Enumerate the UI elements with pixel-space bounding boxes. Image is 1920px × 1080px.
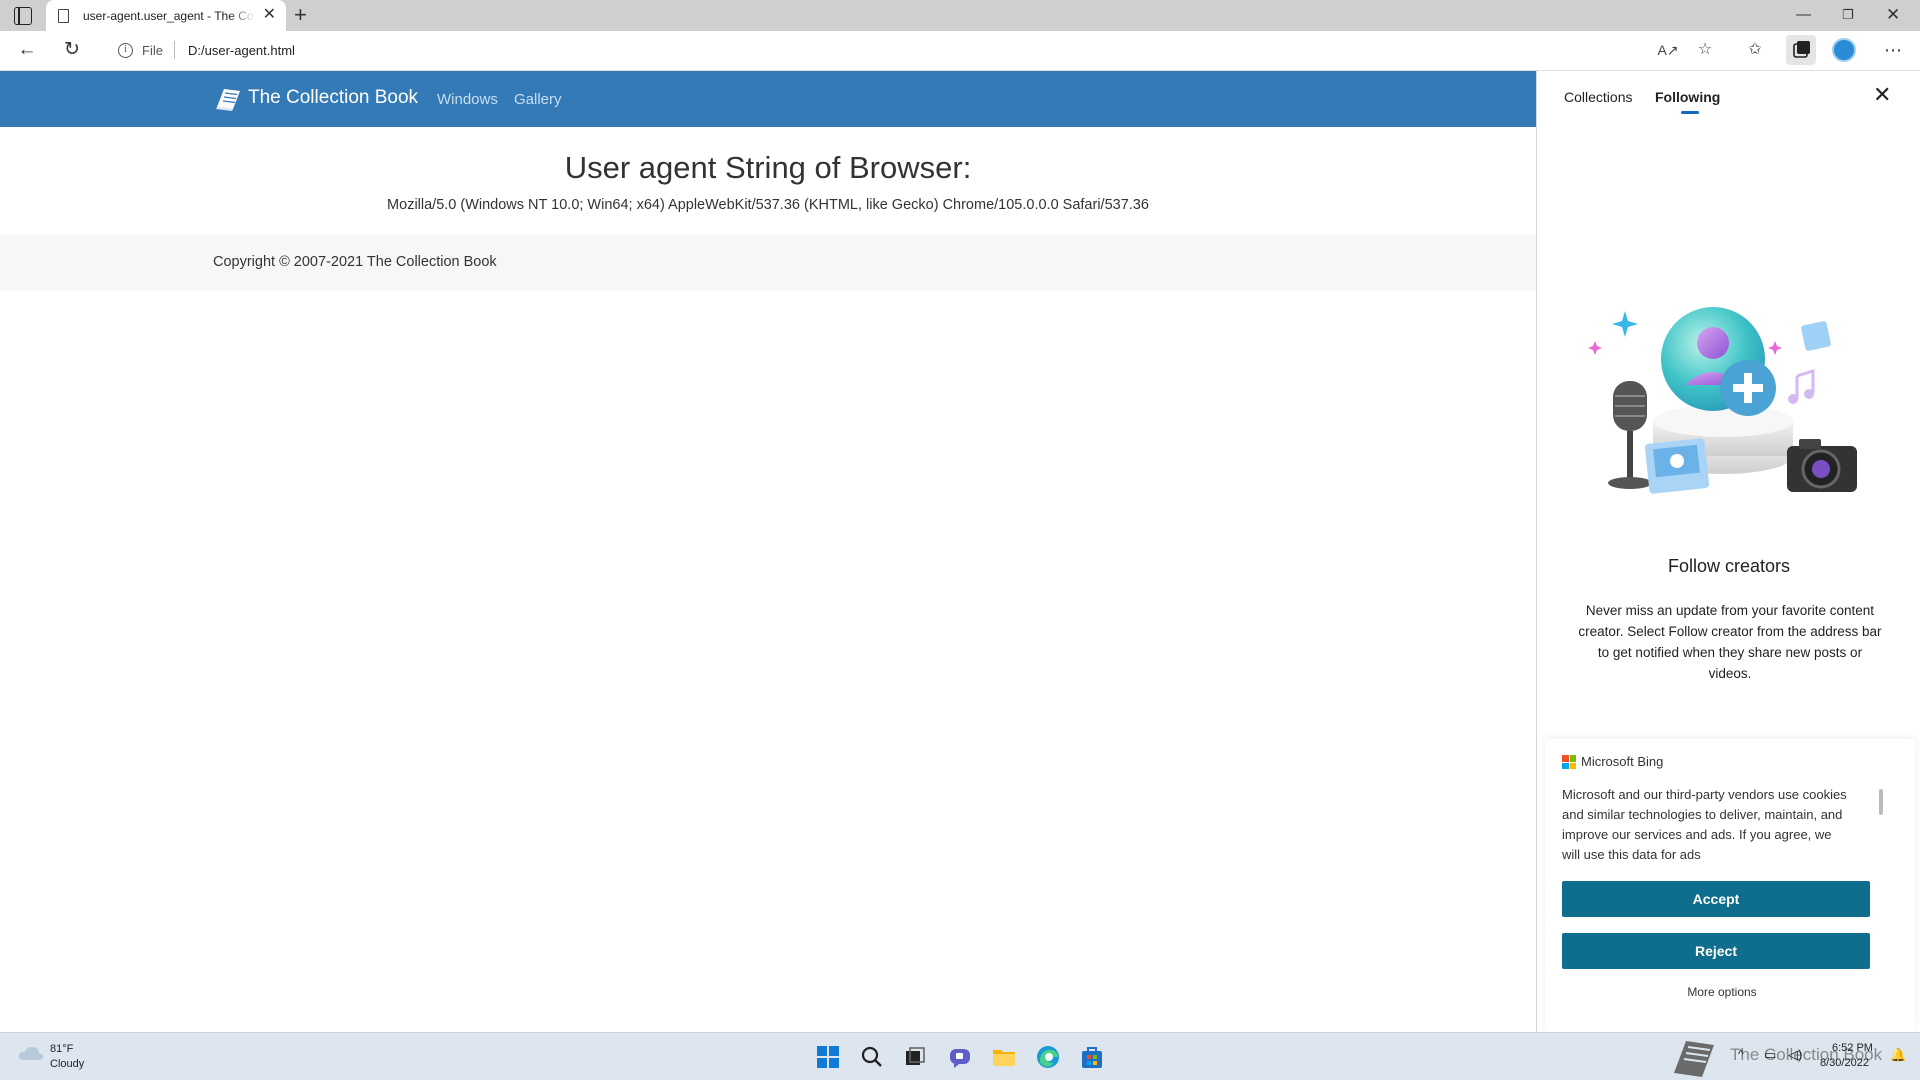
search-icon[interactable]: [858, 1043, 886, 1071]
follow-creators-title: Follow creators: [1667, 556, 1791, 576]
tray-chevron-icon[interactable]: ^: [1738, 1047, 1744, 1061]
read-aloud-icon[interactable]: A↗: [1655, 39, 1681, 61]
site-brand[interactable]: The Collection Book: [248, 87, 418, 109]
task-view-icon[interactable]: [901, 1043, 929, 1071]
bing-name: Microsoft Bing: [1581, 754, 1664, 769]
bing-consent-card: Microsoft Bing Microsoft and our third-p…: [1545, 739, 1915, 1032]
profile-icon[interactable]: [1832, 38, 1856, 62]
consent-scrollbar[interactable]: [1879, 789, 1883, 815]
tab-collections[interactable]: Collections: [1564, 89, 1632, 105]
user-agent-string: Mozilla/5.0 (Windows NT 10.0; Win64; x64…: [387, 197, 1149, 213]
tab-following[interactable]: Following: [1655, 89, 1720, 105]
microsoft-logo-icon: [1562, 755, 1576, 769]
collections-icon: [1793, 41, 1810, 58]
panel-close-icon[interactable]: ✕: [1873, 83, 1891, 107]
more-options-link[interactable]: More options: [1545, 985, 1899, 999]
tab-close-icon[interactable]: ✕: [263, 6, 276, 24]
clock-time[interactable]: 6:52 PM: [1832, 1042, 1873, 1054]
window-close-icon[interactable]: ✕: [1886, 4, 1900, 26]
more-menu-icon[interactable]: ⋯: [1880, 39, 1906, 61]
reject-button[interactable]: Reject: [1562, 933, 1870, 969]
side-panel: Collections Following ✕ Follow creators …: [1536, 71, 1920, 1032]
nav-link-gallery[interactable]: Gallery: [514, 91, 562, 108]
taskbar: 81°F Cloudy The Collection Book ^ ▭ ◁) 6…: [0, 1032, 1920, 1080]
favorites-icon[interactable]: ✩: [1742, 39, 1768, 61]
teams-chat-icon[interactable]: [946, 1043, 974, 1071]
clock-date[interactable]: 8/30/2022: [1820, 1057, 1869, 1069]
copyright-text: Copyright © 2007-2021 The Collection Boo…: [213, 254, 497, 270]
new-tab-icon[interactable]: +: [294, 3, 307, 27]
weather-condition[interactable]: Cloudy: [50, 1058, 84, 1070]
file-explorer-icon[interactable]: [990, 1043, 1018, 1071]
nav-link-windows[interactable]: Windows: [437, 91, 498, 108]
tab-strip: user-agent.user_agent - The Collection B…: [0, 0, 1920, 31]
store-icon[interactable]: [1078, 1043, 1106, 1071]
address-scheme[interactable]: File: [142, 43, 163, 58]
minimize-icon[interactable]: —: [1796, 4, 1811, 26]
accept-button[interactable]: Accept: [1562, 881, 1870, 917]
follow-creators-illustration: [1588, 307, 1857, 494]
restore-icon[interactable]: ❐: [1842, 4, 1854, 26]
page-title: User agent String of Browser:: [564, 150, 972, 185]
book-watermark-icon: [1674, 1041, 1714, 1077]
web-page: The Collection Book Windows Gallery User…: [0, 71, 1536, 1032]
page-icon: [58, 8, 69, 23]
book-logo-icon[interactable]: [214, 85, 242, 111]
tab-actions-icon[interactable]: [14, 7, 32, 25]
edge-icon[interactable]: [1034, 1043, 1062, 1071]
bing-consent-text: Microsoft and our third-party vendors us…: [1562, 787, 1847, 862]
active-tab-indicator: [1681, 111, 1699, 114]
notifications-icon[interactable]: 🔔: [1890, 1047, 1906, 1063]
site-info-icon[interactable]: i: [118, 43, 133, 58]
weather-temperature[interactable]: 81°F: [50, 1043, 73, 1055]
browser-tab[interactable]: user-agent.user_agent - The Collection B…: [46, 0, 286, 31]
back-icon[interactable]: ←: [14, 38, 40, 62]
site-footer: Copyright © 2007-2021 The Collection Boo…: [0, 235, 1536, 290]
site-navbar: The Collection Book Windows Gallery: [0, 71, 1536, 127]
start-icon[interactable]: [814, 1043, 842, 1071]
collections-button[interactable]: [1786, 35, 1816, 65]
follow-creators-description: Never miss an update from your favorite …: [1578, 603, 1882, 681]
network-icon[interactable]: ▭: [1764, 1047, 1776, 1063]
address-divider: [174, 41, 175, 59]
add-favorite-icon[interactable]: ☆: [1692, 39, 1718, 61]
tab-title: user-agent.user_agent - The Collection B…: [83, 8, 255, 23]
volume-icon[interactable]: ◁): [1788, 1047, 1802, 1063]
cloud-icon[interactable]: [18, 1045, 44, 1061]
address-input[interactable]: D:/user-agent.html: [188, 43, 295, 58]
browser-toolbar: ← ↻ i File D:/user-agent.html A↗ ☆ ✩ ⋯: [0, 31, 1920, 71]
refresh-icon[interactable]: ↻: [59, 38, 85, 62]
